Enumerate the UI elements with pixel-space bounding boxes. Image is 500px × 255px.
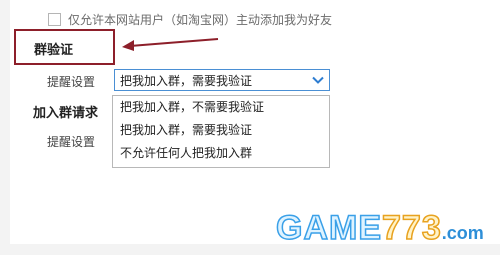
dropdown-option[interactable]: 把我加入群，需要我验证 — [113, 119, 329, 142]
friend-permission-label: 仅允许本网站用户（如淘宝网）主动添加我为好友 — [68, 12, 333, 27]
watermark-logo: GAME773.com — [275, 208, 484, 248]
annotation-arrow-icon — [122, 38, 219, 51]
dropdown-option[interactable]: 把我加入群，不需要我验证 — [113, 96, 329, 119]
watermark-game-text: GAME — [275, 208, 382, 248]
watermark-number-text: 773 — [381, 208, 442, 248]
group-verify-title: 群验证 — [34, 43, 74, 58]
join-request-setting-label: 提醒设置 — [47, 135, 96, 149]
friend-permission-checkbox[interactable] — [48, 12, 61, 26]
join-request-title: 加入群请求 — [33, 106, 99, 121]
watermark-domain-text: .com — [441, 223, 484, 243]
dropdown-option[interactable]: 不允许任何人把我加入群 — [113, 142, 329, 165]
group-verify-setting-label: 提醒设置 — [47, 75, 96, 89]
group-verify-dropdown-list: 把我加入群，不需要我验证 把我加入群，需要我验证 不允许任何人把我加入群 — [112, 95, 330, 168]
chevron-down-icon[interactable] — [312, 74, 324, 86]
friend-permission-option[interactable]: 仅允许本网站用户（如淘宝网）主动添加我为好友 — [48, 9, 332, 29]
group-verify-selected-value: 把我加入群，需要我验证 — [120, 73, 253, 88]
group-verify-select[interactable]: 把我加入群，需要我验证 — [114, 69, 330, 91]
